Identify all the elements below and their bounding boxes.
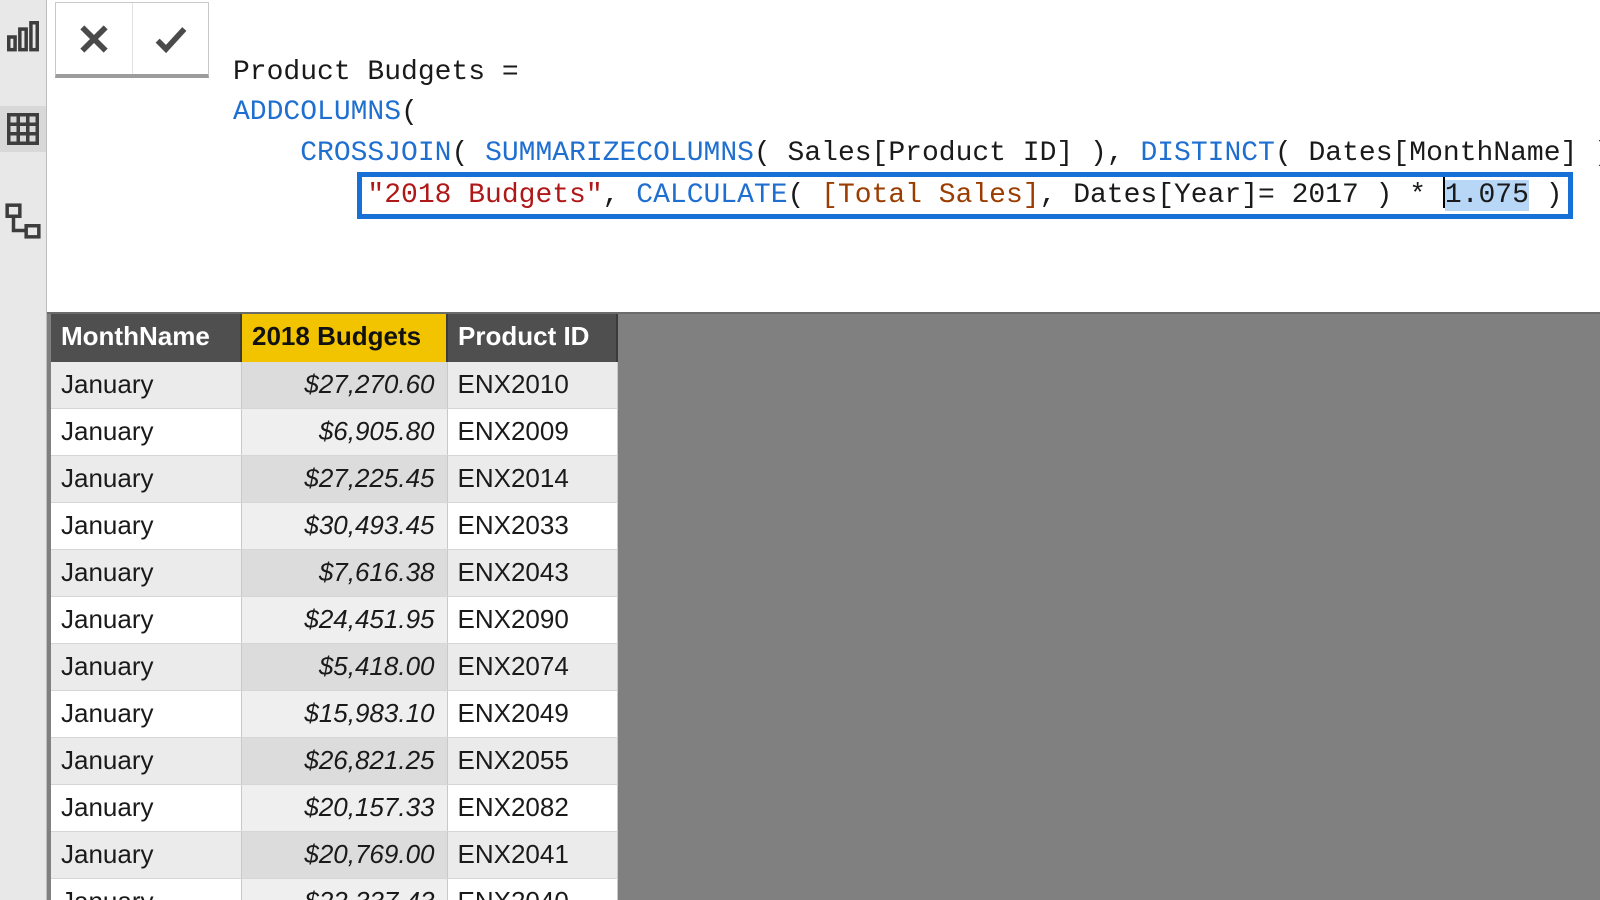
formula-bar: Product Budgets = ADDCOLUMNS( CROSSJOIN(… [47, 0, 1600, 314]
data-grid-area: MonthName2018 BudgetsProduct ID January$… [47, 314, 1600, 900]
cell[interactable]: $5,418.00 [241, 644, 447, 691]
cell[interactable]: $6,905.80 [241, 409, 447, 456]
table-row[interactable]: January$22,337.43ENX2040 [51, 879, 617, 900]
column-header[interactable]: Product ID [447, 314, 617, 362]
cell[interactable]: ENX2009 [447, 409, 617, 456]
cell[interactable]: ENX2043 [447, 550, 617, 597]
cell[interactable]: ENX2055 [447, 738, 617, 785]
table-row[interactable]: January$24,451.95ENX2090 [51, 597, 617, 644]
cell[interactable]: $26,821.25 [241, 738, 447, 785]
grid-header-row: MonthName2018 BudgetsProduct ID [51, 314, 617, 362]
nav-rail [0, 0, 47, 900]
table-row[interactable]: January$20,157.33ENX2082 [51, 785, 617, 832]
cell[interactable]: ENX2090 [447, 597, 617, 644]
table-row[interactable]: January$6,905.80ENX2009 [51, 409, 617, 456]
filter-year: Dates[Year]= 2017 [1073, 180, 1359, 211]
cell[interactable]: January [51, 691, 241, 738]
data-view-button[interactable] [0, 106, 46, 152]
table-row[interactable]: January$5,418.00ENX2074 [51, 644, 617, 691]
cell[interactable]: January [51, 879, 241, 900]
model-view-button[interactable] [0, 198, 46, 244]
cell[interactable]: ENX2082 [447, 785, 617, 832]
cell[interactable]: ENX2033 [447, 503, 617, 550]
table-row[interactable]: January$30,493.45ENX2033 [51, 503, 617, 550]
cell[interactable]: January [51, 597, 241, 644]
table-grid-icon [4, 110, 42, 148]
cell[interactable]: January [51, 550, 241, 597]
data-grid[interactable]: MonthName2018 BudgetsProduct ID January$… [51, 314, 618, 900]
cell[interactable]: $7,616.38 [241, 550, 447, 597]
cell[interactable]: $27,270.60 [241, 362, 447, 409]
table-row[interactable]: January$20,769.00ENX2041 [51, 832, 617, 879]
cell[interactable]: January [51, 785, 241, 832]
table-row[interactable]: January$27,270.60ENX2010 [51, 362, 617, 409]
bar-chart-icon [4, 18, 42, 56]
fn-calculate: CALCULATE [636, 180, 787, 211]
measure-total-sales: [Total Sales] [821, 180, 1039, 211]
cell[interactable]: $30,493.45 [241, 503, 447, 550]
main-pane: Product Budgets = ADDCOLUMNS( CROSSJOIN(… [47, 0, 1600, 900]
formula-actions [55, 2, 209, 78]
cell[interactable]: January [51, 362, 241, 409]
fn-summarizecolumns: SUMMARIZECOLUMNS [485, 138, 754, 169]
column-header[interactable]: 2018 Budgets [241, 314, 447, 362]
table-row[interactable]: January$7,616.38ENX2043 [51, 550, 617, 597]
cell[interactable]: ENX2010 [447, 362, 617, 409]
cell[interactable]: $22,337.43 [241, 879, 447, 900]
table-row[interactable]: January$15,983.10ENX2049 [51, 691, 617, 738]
relationship-icon [4, 202, 42, 240]
table-row[interactable]: January$26,821.25ENX2055 [51, 738, 617, 785]
cell[interactable]: $15,983.10 [241, 691, 447, 738]
cell[interactable]: $20,157.33 [241, 785, 447, 832]
cell[interactable]: ENX2040 [447, 879, 617, 900]
table-row[interactable]: January$27,225.45ENX2014 [51, 456, 617, 503]
cell[interactable]: ENX2014 [447, 456, 617, 503]
fn-distinct: DISTINCT [1140, 138, 1274, 169]
commit-formula-button[interactable] [132, 3, 208, 74]
cell[interactable]: $27,225.45 [241, 456, 447, 503]
formula-editor[interactable]: Product Budgets = ADDCOLUMNS( CROSSJOIN(… [209, 0, 1600, 312]
report-view-button[interactable] [0, 14, 46, 60]
col-product-id: Sales[Product ID] [788, 138, 1074, 169]
cell[interactable]: ENX2049 [447, 691, 617, 738]
cell[interactable]: $24,451.95 [241, 597, 447, 644]
cell[interactable]: January [51, 832, 241, 879]
cell[interactable]: $20,769.00 [241, 832, 447, 879]
cell[interactable]: January [51, 644, 241, 691]
column-header[interactable]: MonthName [51, 314, 241, 362]
col-monthname: Dates[MonthName] [1308, 138, 1577, 169]
multiplier-literal: 1.075 [1445, 180, 1529, 211]
newcol-name: "2018 Budgets" [367, 180, 602, 211]
formula-table-name: Product Budgets [233, 57, 485, 88]
close-icon [74, 19, 114, 59]
cell[interactable]: January [51, 503, 241, 550]
fn-addcolumns: ADDCOLUMNS [233, 97, 401, 128]
cancel-formula-button[interactable] [56, 3, 132, 74]
fn-crossjoin: CROSSJOIN [300, 138, 451, 169]
cell[interactable]: January [51, 738, 241, 785]
cell[interactable]: ENX2041 [447, 832, 617, 879]
cell[interactable]: ENX2074 [447, 644, 617, 691]
check-icon [151, 19, 191, 59]
cell[interactable]: January [51, 409, 241, 456]
cell[interactable]: January [51, 456, 241, 503]
